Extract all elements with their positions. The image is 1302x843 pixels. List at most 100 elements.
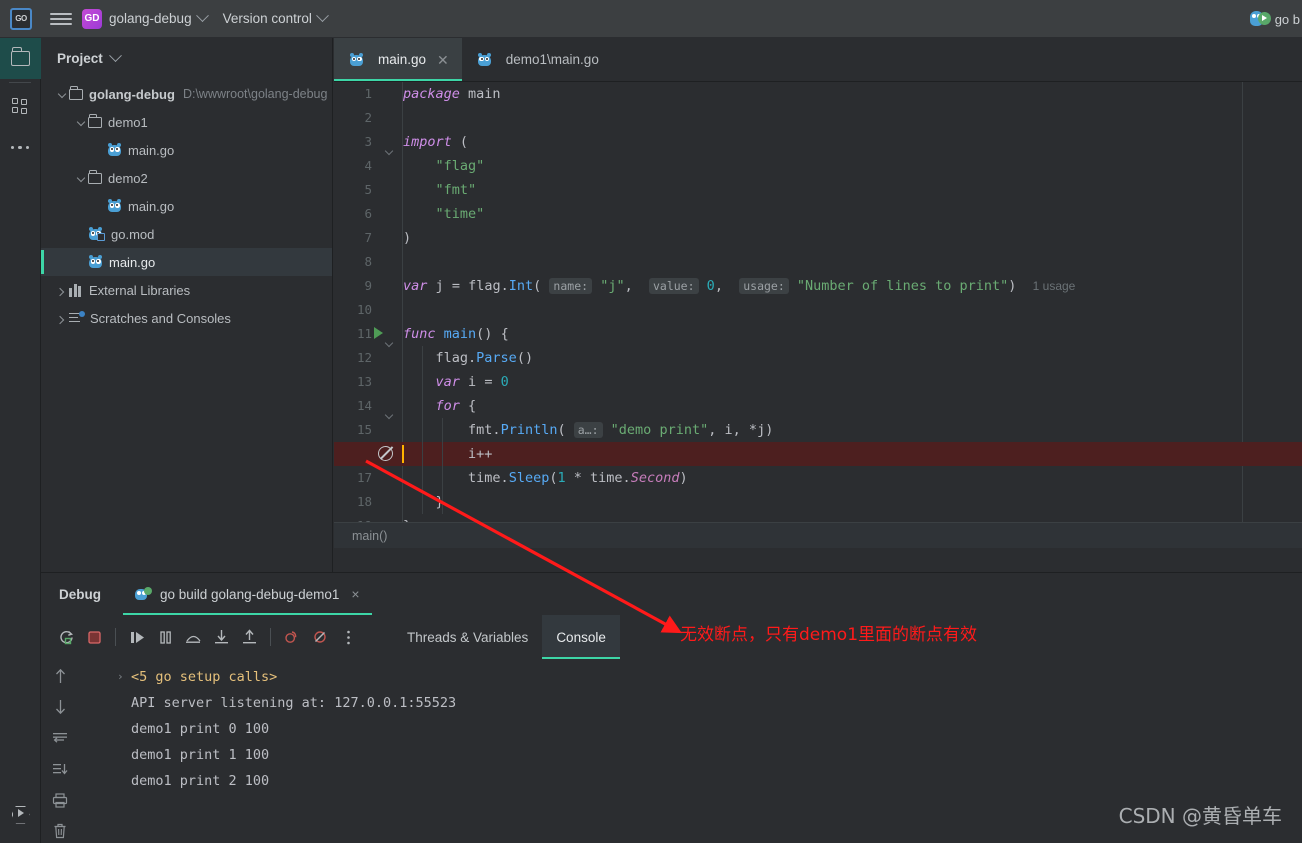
code-line[interactable]: 14 for {	[334, 394, 1302, 418]
go-file-icon	[477, 53, 492, 67]
debug-view-tab[interactable]: Threads & Variables	[393, 615, 542, 659]
step-out-button[interactable]	[236, 624, 262, 650]
code-line[interactable]: 10	[334, 298, 1302, 322]
watermark: CSDN @黄昏单车	[1119, 800, 1282, 829]
breadcrumb[interactable]: main()	[334, 522, 1302, 548]
code-text: "time"	[403, 202, 484, 226]
code-line-highlighted[interactable]: 16 i++	[334, 442, 1302, 466]
scroll-up-button[interactable]	[50, 667, 70, 685]
activity-bar-bottom	[0, 794, 41, 835]
chevron-right-icon[interactable]	[55, 311, 69, 326]
go-mod-icon	[88, 227, 105, 241]
code-line[interactable]: 4 "flag"	[334, 154, 1302, 178]
tree-item-go-mod[interactable]: go.mod	[41, 220, 332, 248]
console-line: demo1 print 1 100	[79, 742, 1302, 768]
code-line[interactable]: 5 "fmt"	[334, 178, 1302, 202]
code-editor[interactable]: 1package main23import (4 "flag"5 "fmt"6 …	[334, 82, 1302, 548]
debug-tool-window: Debug go build golang-debug-demo1 ×	[41, 572, 1302, 843]
tree-item-golang-debug[interactable]: golang-debugD:\wwwroot\golang-debug	[41, 80, 332, 108]
chevron-right-icon[interactable]: ›	[117, 664, 124, 690]
step-over-button[interactable]	[180, 624, 206, 650]
run-gutter-icon[interactable]	[374, 327, 383, 339]
tree-item-scratches-and-consoles[interactable]: Scratches and Consoles	[41, 304, 332, 332]
code-line[interactable]: 6 "time"	[334, 202, 1302, 226]
run-config-label: go b	[1275, 12, 1300, 27]
tree-item-main-go[interactable]: main.go	[41, 136, 332, 164]
editor-tab-label: demo1\main.go	[506, 52, 599, 67]
editor-tab[interactable]: demo1\main.go	[462, 38, 612, 81]
editor-tab[interactable]: main.go ✕	[334, 38, 462, 81]
project-name-dropdown[interactable]: golang-debug	[109, 11, 207, 26]
code-line[interactable]: 13 var i = 0	[334, 370, 1302, 394]
close-icon[interactable]: ✕	[437, 53, 449, 67]
run-configuration-area[interactable]: go b	[1250, 0, 1302, 38]
print-button[interactable]	[50, 791, 70, 809]
step-into-button[interactable]	[208, 624, 234, 650]
go-file-icon	[107, 143, 122, 157]
tree-item-main-go[interactable]: main.go	[41, 248, 332, 276]
scroll-down-button[interactable]	[50, 698, 70, 716]
clear-all-button[interactable]	[50, 822, 70, 840]
code-line[interactable]: 18 }	[334, 490, 1302, 514]
chevron-down-icon[interactable]	[74, 171, 88, 186]
code-line[interactable]: 12 flag.Parse()	[334, 346, 1302, 370]
usage-hint: 1 usage	[1033, 279, 1076, 293]
invalid-breakpoint-icon[interactable]	[378, 446, 393, 461]
project-panel-header[interactable]: Project	[41, 38, 332, 78]
rerun-button[interactable]	[53, 624, 79, 650]
stop-button[interactable]	[81, 624, 107, 650]
chevron-right-icon[interactable]	[55, 283, 69, 298]
debug-tabs-bar: Debug go build golang-debug-demo1 ×	[41, 573, 1302, 615]
code-line[interactable]: 3import (	[334, 130, 1302, 154]
sidebar-item-structure[interactable]	[0, 86, 41, 127]
sidebar-item-project[interactable]	[0, 38, 41, 79]
code-line[interactable]: 1package main	[334, 82, 1302, 106]
code-line[interactable]: 11func main() {	[334, 322, 1302, 346]
code-line[interactable]: 17 time.Sleep(1 * time.Second)	[334, 466, 1302, 490]
code-line[interactable]: 15 fmt.Println( a…: "demo print", i, *j)	[334, 418, 1302, 442]
tree-item-demo2[interactable]: demo2	[41, 164, 332, 192]
library-icon	[69, 284, 83, 297]
code-text: )	[403, 226, 411, 250]
debug-view-tabs: Threads & VariablesConsole	[393, 615, 620, 659]
chevron-down-icon[interactable]	[74, 115, 88, 130]
more-options-button[interactable]	[335, 624, 361, 650]
line-number: 5	[334, 178, 372, 202]
code-line[interactable]: 2	[334, 106, 1302, 130]
code-lines: 1package main23import (4 "flag"5 "fmt"6 …	[334, 82, 1302, 538]
console-line-text: demo1 print 0 100	[131, 721, 269, 737]
code-line[interactable]: 7)	[334, 226, 1302, 250]
goland-logo-icon: GO	[10, 8, 32, 30]
line-number: 7	[334, 226, 372, 250]
version-control-dropdown[interactable]: Version control	[223, 11, 327, 26]
debug-view-tab[interactable]: Console	[542, 615, 620, 659]
code-line[interactable]: 9var j = flag.Int( name: "j", value: 0, …	[334, 274, 1302, 298]
chevron-down-icon	[316, 9, 329, 22]
pause-button[interactable]	[152, 624, 178, 650]
hamburger-menu-icon[interactable]	[50, 8, 72, 30]
editor-tabs: main.go ✕ demo1\main.go	[334, 38, 1302, 82]
tree-item-label: go.mod	[111, 227, 154, 242]
project-badge: GD	[82, 9, 102, 29]
go-file-icon	[349, 53, 364, 67]
tree-item-label: main.go	[128, 143, 174, 158]
mute-breakpoints-button[interactable]	[307, 624, 333, 650]
tree-item-external-libraries[interactable]: External Libraries	[41, 276, 332, 304]
editor-tab-label: main.go	[378, 52, 426, 67]
tree-item-main-go[interactable]: main.go	[41, 192, 332, 220]
view-breakpoints-button[interactable]	[279, 624, 305, 650]
scroll-to-end-button[interactable]	[50, 760, 70, 778]
debug-session-tab[interactable]: go build golang-debug-demo1 ×	[123, 573, 372, 615]
chevron-down-icon[interactable]	[109, 49, 122, 62]
code-text: for {	[403, 394, 476, 418]
sidebar-item-more[interactable]	[0, 127, 41, 168]
ellipsis-icon	[11, 146, 30, 150]
tree-item-demo1[interactable]: demo1	[41, 108, 332, 136]
line-number: 18	[334, 490, 372, 514]
chevron-down-icon[interactable]	[55, 87, 69, 102]
sidebar-item-run[interactable]	[0, 794, 41, 835]
code-line[interactable]: 8	[334, 250, 1302, 274]
resume-button[interactable]	[124, 624, 150, 650]
soft-wrap-button[interactable]	[50, 729, 70, 747]
close-icon[interactable]: ×	[351, 586, 359, 602]
